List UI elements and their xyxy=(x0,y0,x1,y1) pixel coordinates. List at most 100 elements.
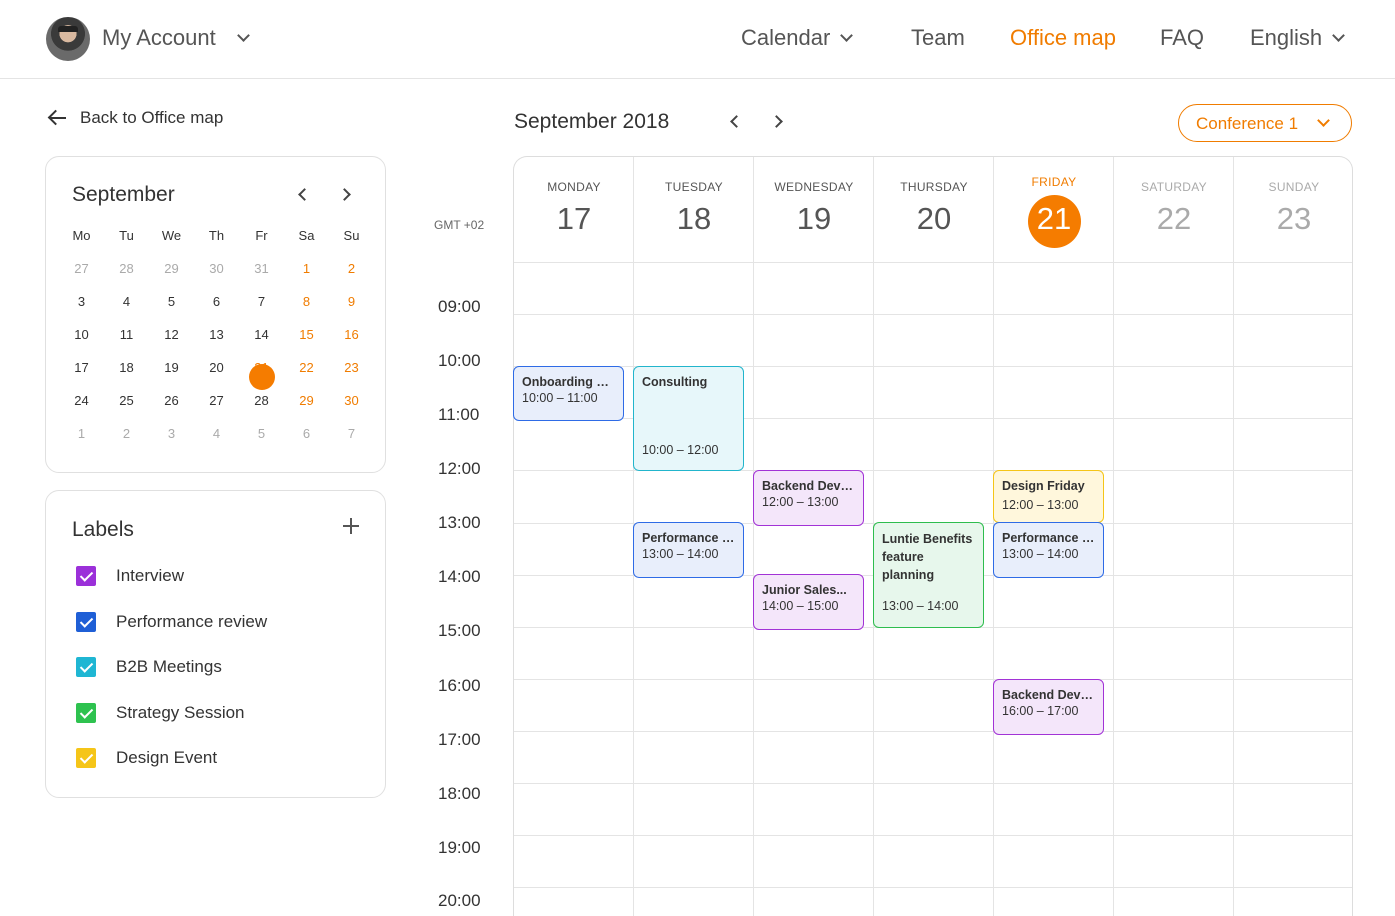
chevron-down-icon[interactable] xyxy=(840,29,853,42)
mini-day[interactable]: 9 xyxy=(329,289,374,322)
mini-day[interactable]: 17 xyxy=(59,355,104,388)
mini-day[interactable]: 13 xyxy=(194,322,239,355)
back-link-label: Back to Office map xyxy=(80,108,224,127)
day-name: WEDNESDAY xyxy=(774,180,854,194)
mini-day[interactable]: 20 xyxy=(194,355,239,388)
event-time: 13:00 – 14:00 xyxy=(882,599,959,613)
mini-day[interactable]: 3 xyxy=(59,289,104,322)
mini-day[interactable]: 26 xyxy=(149,388,194,421)
event-card[interactable]: Backend Deve... 16:00 – 17:00 xyxy=(993,679,1104,735)
label-item-label: Interview xyxy=(116,566,185,585)
mini-day[interactable]: 6 xyxy=(284,421,329,454)
mini-day[interactable]: 12 xyxy=(149,322,194,355)
mini-day[interactable]: 2 xyxy=(329,256,374,289)
mini-day[interactable]: 29 xyxy=(149,256,194,289)
day-header-friday[interactable]: FRIDAY 21 xyxy=(994,157,1114,262)
account-menu-label[interactable]: My Account xyxy=(102,25,216,51)
label-item-design-event[interactable]: Design Event xyxy=(76,748,217,768)
day-header-monday[interactable]: MONDAY 17 xyxy=(514,157,634,262)
mini-day[interactable]: 18 xyxy=(104,355,149,388)
mini-day[interactable]: 14 xyxy=(239,322,284,355)
mini-day[interactable]: 30 xyxy=(194,256,239,289)
label-item-b2b-meetings[interactable]: B2B Meetings xyxy=(76,657,222,677)
page-title: September 2018 xyxy=(514,110,670,133)
mini-day[interactable]: 28 xyxy=(104,256,149,289)
mini-day[interactable]: 28 xyxy=(239,388,284,421)
weekday-label: Th xyxy=(208,228,225,243)
mini-day[interactable]: 5 xyxy=(149,289,194,322)
mini-day[interactable]: 8 xyxy=(284,289,329,322)
grid-line xyxy=(514,314,1352,315)
mini-day[interactable]: 30 xyxy=(329,388,374,421)
event-card[interactable]: Backend Deve... 12:00 – 13:00 xyxy=(753,470,864,526)
mini-day[interactable]: 29 xyxy=(284,388,329,421)
mini-day[interactable]: 6 xyxy=(194,289,239,322)
mini-day[interactable]: 7 xyxy=(329,421,374,454)
day-name: FRIDAY xyxy=(1031,175,1077,189)
mini-day[interactable]: 31 xyxy=(239,256,284,289)
day-header-tuesday[interactable]: TUESDAY 18 xyxy=(634,157,754,262)
mini-day[interactable]: 4 xyxy=(194,421,239,454)
mini-day[interactable]: 25 xyxy=(104,388,149,421)
label-item-interview[interactable]: Interview xyxy=(76,566,184,586)
event-card[interactable]: Junior Sales... 14:00 – 15:00 xyxy=(753,574,864,630)
day-header-wednesday[interactable]: WEDNESDAY 19 xyxy=(754,157,874,262)
avatar[interactable] xyxy=(46,17,90,61)
day-header-thursday[interactable]: THURSDAY 20 xyxy=(874,157,994,262)
checkbox-checked-icon[interactable] xyxy=(76,748,96,768)
plus-icon[interactable] xyxy=(343,518,359,534)
chevron-left-icon[interactable] xyxy=(298,188,311,201)
event-card[interactable]: Consulting 10:00 – 12:00 xyxy=(633,366,744,471)
checkbox-checked-icon[interactable] xyxy=(76,703,96,723)
nav-team[interactable]: Team xyxy=(911,25,965,51)
event-card[interactable]: Performance r... 13:00 – 14:00 xyxy=(993,522,1104,578)
mini-day[interactable]: 15 xyxy=(284,322,329,355)
mini-day[interactable]: 24 xyxy=(59,388,104,421)
mini-day-selected[interactable]: 21 xyxy=(239,355,284,390)
checkbox-checked-icon[interactable] xyxy=(76,612,96,632)
room-select[interactable]: Conference 1 xyxy=(1178,104,1352,142)
event-card[interactable]: Design Friday 12:00 – 13:00 xyxy=(993,470,1104,523)
label-item-strategy-session[interactable]: Strategy Session xyxy=(76,703,245,723)
back-link[interactable]: Back to Office map xyxy=(48,106,223,130)
nav-office-map[interactable]: Office map xyxy=(1010,25,1116,51)
mini-day[interactable]: 1 xyxy=(284,256,329,289)
chevron-right-icon[interactable] xyxy=(770,115,783,128)
event-card[interactable]: Luntie Benefits feature planning 13:00 –… xyxy=(873,522,984,628)
chevron-down-icon[interactable] xyxy=(237,29,250,42)
label-item-label: Design Event xyxy=(116,748,218,767)
mini-day[interactable]: 22 xyxy=(284,355,329,388)
mini-day[interactable]: 3 xyxy=(149,421,194,454)
checkbox-checked-icon[interactable] xyxy=(76,657,96,677)
mini-day[interactable]: 27 xyxy=(194,388,239,421)
nav-faq[interactable]: FAQ xyxy=(1160,25,1204,51)
day-name: THURSDAY xyxy=(900,180,968,194)
chevron-left-icon[interactable] xyxy=(730,115,743,128)
mini-day[interactable]: 1 xyxy=(59,421,104,454)
event-title: Consulting xyxy=(642,375,708,389)
mini-day[interactable]: 7 xyxy=(239,289,284,322)
mini-day[interactable]: 4 xyxy=(104,289,149,322)
mini-day[interactable]: 11 xyxy=(104,322,149,355)
label-item-performance-review[interactable]: Performance review xyxy=(76,612,267,632)
labels-title: Labels xyxy=(72,518,134,541)
mini-day[interactable]: 19 xyxy=(149,355,194,388)
event-card[interactable]: Onboarding Ol... 10:00 – 11:00 xyxy=(513,366,624,421)
day-header-saturday[interactable]: SATURDAY 22 xyxy=(1114,157,1234,262)
day-number: 22 xyxy=(1156,201,1192,236)
mini-day[interactable]: 23 xyxy=(329,355,374,388)
event-card[interactable]: Performance r... 13:00 – 14:00 xyxy=(633,522,744,578)
mini-day[interactable]: 10 xyxy=(59,322,104,355)
mini-day[interactable]: 16 xyxy=(329,322,374,355)
day-header-sunday[interactable]: SUNDAY 23 xyxy=(1234,157,1352,262)
mini-day[interactable]: 5 xyxy=(239,421,284,454)
nav-language[interactable]: English xyxy=(1250,25,1322,51)
mini-day[interactable]: 2 xyxy=(104,421,149,454)
nav-calendar[interactable]: Calendar xyxy=(741,25,830,51)
checkbox-checked-icon[interactable] xyxy=(76,566,96,586)
time-label: 12:00 xyxy=(438,459,481,478)
event-time: 10:00 – 12:00 xyxy=(642,443,719,457)
chevron-right-icon[interactable] xyxy=(338,188,351,201)
chevron-down-icon[interactable] xyxy=(1332,29,1345,42)
mini-day[interactable]: 27 xyxy=(59,256,104,289)
